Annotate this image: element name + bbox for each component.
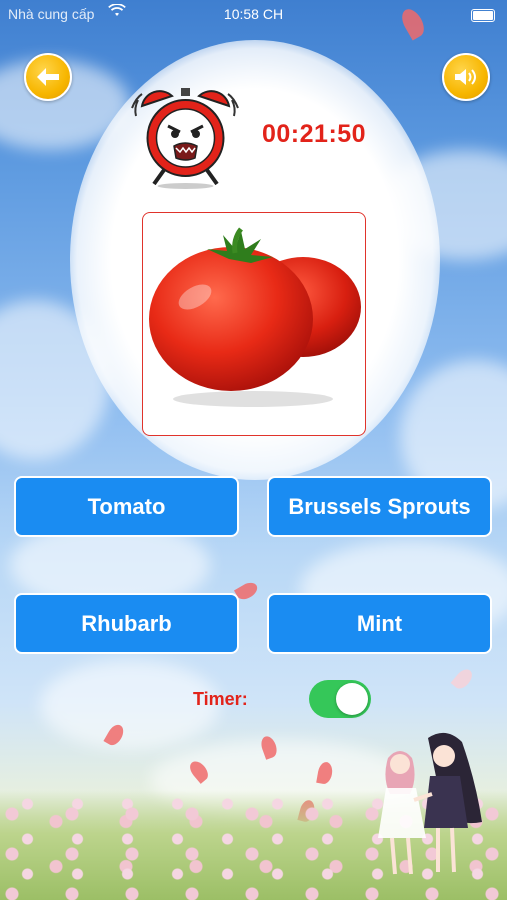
timer-toggle[interactable] xyxy=(309,680,371,718)
arrow-left-icon xyxy=(37,68,59,86)
petal-decoration xyxy=(450,666,476,692)
game-screen: Nhà cung cấp 10:58 CH 00:21:50 Tomato Br… xyxy=(0,0,507,900)
status-time: 10:58 CH xyxy=(223,6,284,22)
question-image-card xyxy=(142,212,366,436)
tomato-image xyxy=(149,227,361,407)
countdown-timer: 00:21:50 xyxy=(262,120,367,148)
answer-button-4[interactable]: Mint xyxy=(267,593,492,654)
toggle-knob xyxy=(336,683,368,715)
battery-icon xyxy=(471,9,495,22)
alarm-clock-icon xyxy=(131,88,239,189)
timer-label: Timer: xyxy=(193,689,248,709)
speaker-icon xyxy=(455,69,476,85)
answer-button-3[interactable]: Rhubarb xyxy=(14,593,239,654)
status-bar: Nhà cung cấp 10:58 CH xyxy=(0,0,507,30)
sound-button[interactable] xyxy=(442,53,490,101)
answer-button-1[interactable]: Tomato xyxy=(14,476,239,537)
back-button[interactable] xyxy=(24,53,72,101)
girls-illustration xyxy=(378,732,482,875)
answer-button-2[interactable]: Brussels Sprouts xyxy=(267,476,492,537)
